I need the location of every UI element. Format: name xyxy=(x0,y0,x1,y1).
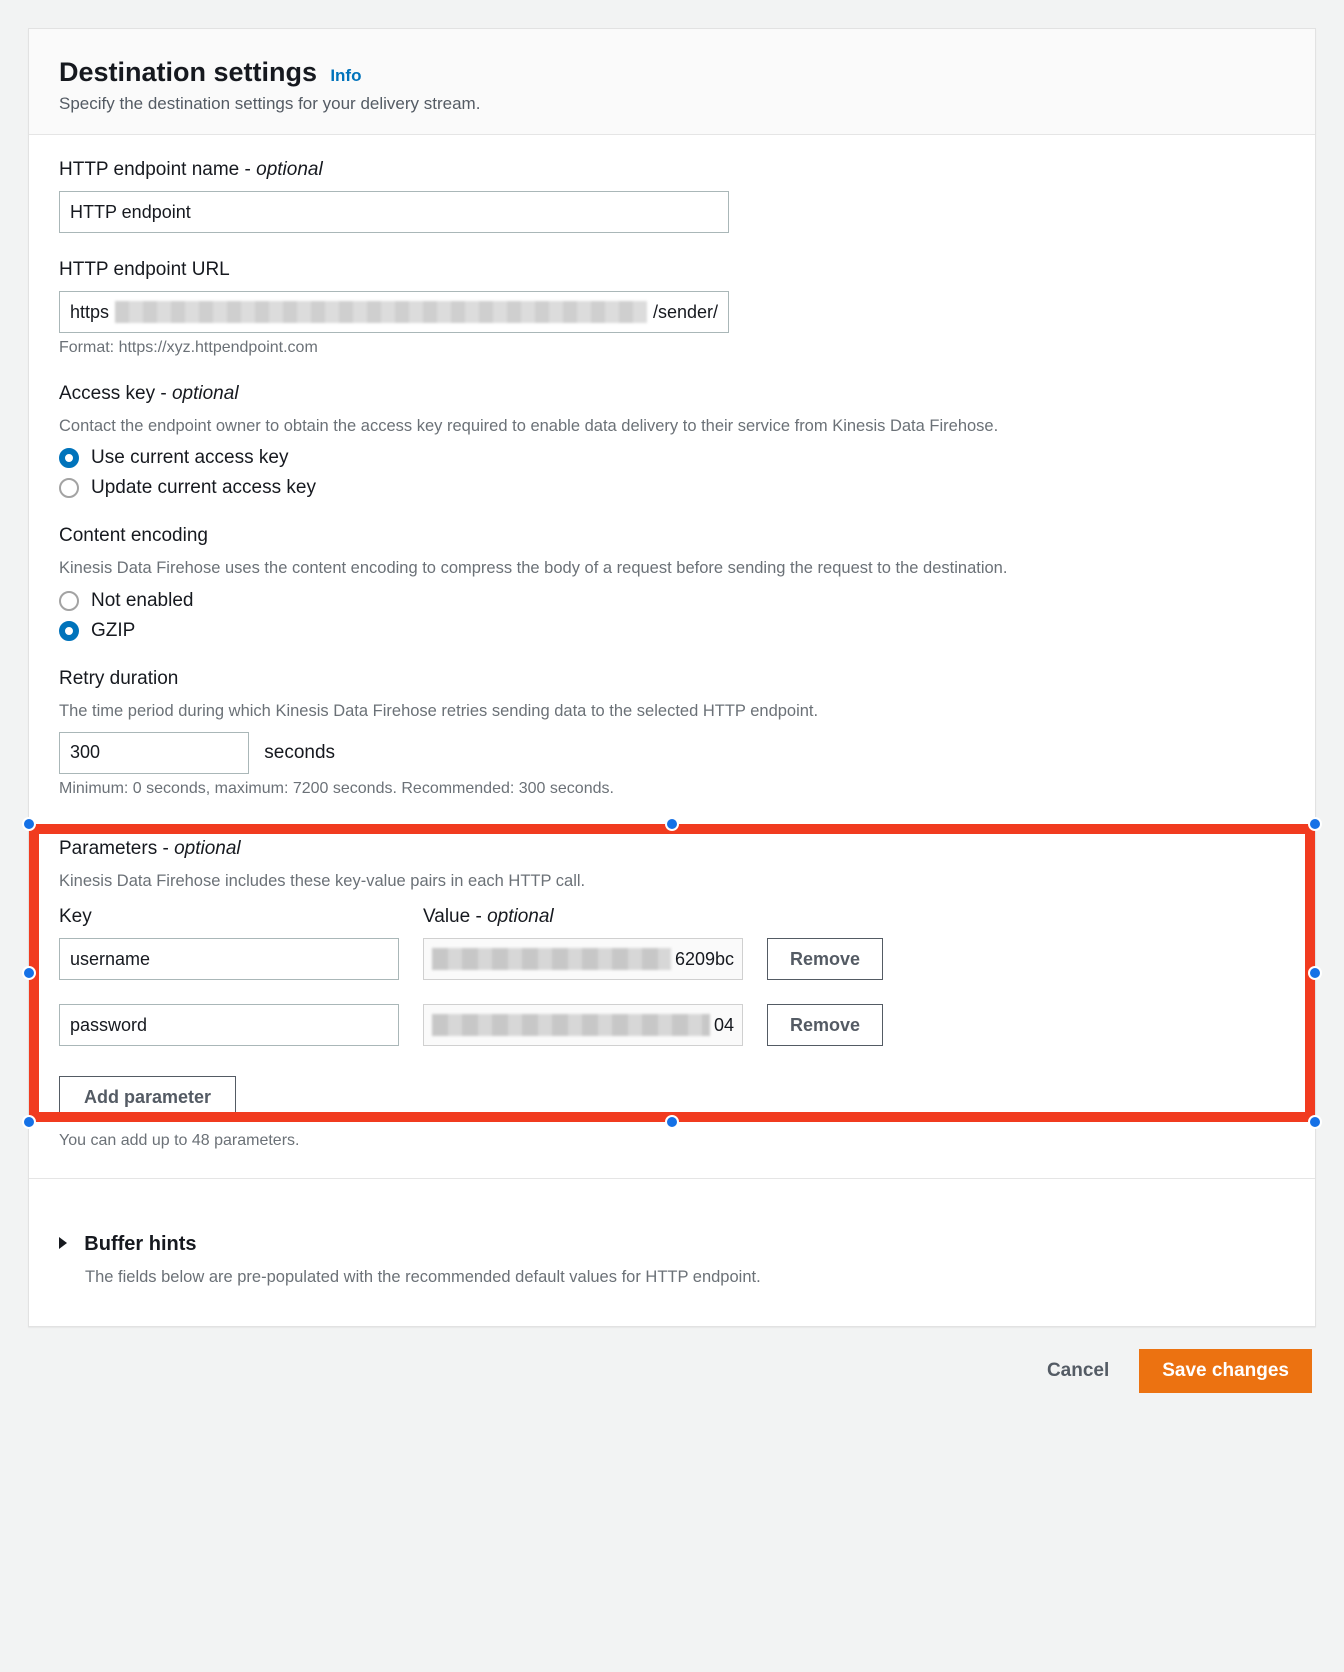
buffer-hints-section: Buffer hints The fields below are pre-po… xyxy=(29,1209,1315,1326)
url-redacted xyxy=(115,301,647,323)
destination-settings-panel: Destination settings Info Specify the de… xyxy=(28,28,1316,1327)
cancel-button[interactable]: Cancel xyxy=(1033,1349,1123,1393)
annotation-handle xyxy=(1308,966,1322,980)
value-redacted xyxy=(432,948,671,970)
annotation-handle xyxy=(1308,817,1322,831)
radio-icon xyxy=(59,478,79,498)
parameters-table: Key Value - optional 6209bc Remove xyxy=(59,906,1285,1118)
panel-header: Destination settings Info Specify the de… xyxy=(29,29,1315,135)
field-endpoint-name: HTTP endpoint name - optional xyxy=(59,159,1285,233)
endpoint-url-label: HTTP endpoint URL xyxy=(59,259,1285,281)
parameters-desc: Kinesis Data Firehose includes these key… xyxy=(59,870,1285,892)
value-visible-suffix: 6209bc xyxy=(675,949,734,970)
value-visible-suffix: 04 xyxy=(714,1015,734,1036)
remove-parameter-button[interactable]: Remove xyxy=(767,1004,883,1046)
field-parameters: Parameters - optional Kinesis Data Fireh… xyxy=(59,824,1285,1150)
annotation-handle xyxy=(22,966,36,980)
param-value-input[interactable]: 6209bc xyxy=(423,938,743,980)
retry-hint: Minimum: 0 seconds, maximum: 7200 second… xyxy=(59,780,1285,798)
radio-icon xyxy=(59,591,79,611)
radio-icon xyxy=(59,621,79,641)
annotation-handle xyxy=(665,1115,679,1129)
radio-gzip[interactable]: GZIP xyxy=(59,620,1285,642)
buffer-hints-title: Buffer hints xyxy=(84,1233,196,1255)
footer-actions: Cancel Save changes xyxy=(28,1327,1316,1403)
radio-label: Use current access key xyxy=(91,447,288,469)
param-row: 04 Remove xyxy=(59,1004,1285,1046)
retry-unit: seconds xyxy=(264,742,335,764)
url-suffix: /sender/ xyxy=(653,302,718,323)
field-content-encoding: Content encoding Kinesis Data Firehose u… xyxy=(59,525,1285,641)
parameters-headers: Key Value - optional xyxy=(59,906,1285,928)
param-key-input[interactable] xyxy=(59,1004,399,1046)
radio-not-enabled[interactable]: Not enabled xyxy=(59,590,1285,612)
add-parameter-button[interactable]: Add parameter xyxy=(59,1076,236,1118)
save-changes-button[interactable]: Save changes xyxy=(1139,1349,1312,1393)
value-redacted xyxy=(432,1014,710,1036)
access-key-desc: Contact the endpoint owner to obtain the… xyxy=(59,415,1285,437)
remove-parameter-button[interactable]: Remove xyxy=(767,938,883,980)
param-key-header: Key xyxy=(59,906,399,928)
caret-right-icon xyxy=(59,1237,67,1249)
radio-label: GZIP xyxy=(91,620,135,642)
annotation-handle xyxy=(665,817,679,831)
endpoint-url-input[interactable]: https /sender/ xyxy=(59,291,729,333)
panel-subtitle: Specify the destination settings for you… xyxy=(59,94,1285,114)
panel-title: Destination settings xyxy=(59,57,317,87)
param-value-header: Value - optional xyxy=(423,906,743,928)
content-encoding-desc: Kinesis Data Firehose uses the content e… xyxy=(59,557,1285,579)
retry-input[interactable] xyxy=(59,732,249,774)
radio-icon xyxy=(59,448,79,468)
param-key-input[interactable] xyxy=(59,938,399,980)
access-key-label: Access key - optional xyxy=(59,383,1285,405)
radio-use-current-key[interactable]: Use current access key xyxy=(59,447,1285,469)
radio-label: Update current access key xyxy=(91,477,316,499)
endpoint-name-label: HTTP endpoint name - optional xyxy=(59,159,1285,181)
parameters-hint: You can add up to 48 parameters. xyxy=(59,1132,1285,1150)
retry-label: Retry duration xyxy=(59,668,1285,690)
buffer-hints-desc: The fields below are pre-populated with … xyxy=(85,1266,1285,1288)
annotation-handle xyxy=(1308,1115,1322,1129)
annotation-handle xyxy=(22,817,36,831)
content-encoding-label: Content encoding xyxy=(59,525,1285,547)
info-link[interactable]: Info xyxy=(330,66,361,85)
url-prefix: https xyxy=(70,302,109,323)
endpoint-name-input[interactable] xyxy=(59,191,729,233)
field-endpoint-url: HTTP endpoint URL https /sender/ Format:… xyxy=(59,259,1285,357)
param-row: 6209bc Remove xyxy=(59,938,1285,980)
buffer-hints-toggle[interactable]: Buffer hints xyxy=(59,1233,1285,1256)
field-access-key: Access key - optional Contact the endpoi… xyxy=(59,383,1285,499)
field-retry-duration: Retry duration The time period during wh… xyxy=(59,668,1285,798)
param-value-input[interactable]: 04 xyxy=(423,1004,743,1046)
parameters-label: Parameters - optional xyxy=(59,838,1285,860)
annotation-handle xyxy=(22,1115,36,1129)
radio-update-key[interactable]: Update current access key xyxy=(59,477,1285,499)
endpoint-url-hint: Format: https://xyz.httpendpoint.com xyxy=(59,339,1285,357)
retry-desc: The time period during which Kinesis Dat… xyxy=(59,700,1285,722)
radio-label: Not enabled xyxy=(91,590,193,612)
divider xyxy=(29,1178,1315,1179)
panel-body: HTTP endpoint name - optional HTTP endpo… xyxy=(29,135,1315,1209)
